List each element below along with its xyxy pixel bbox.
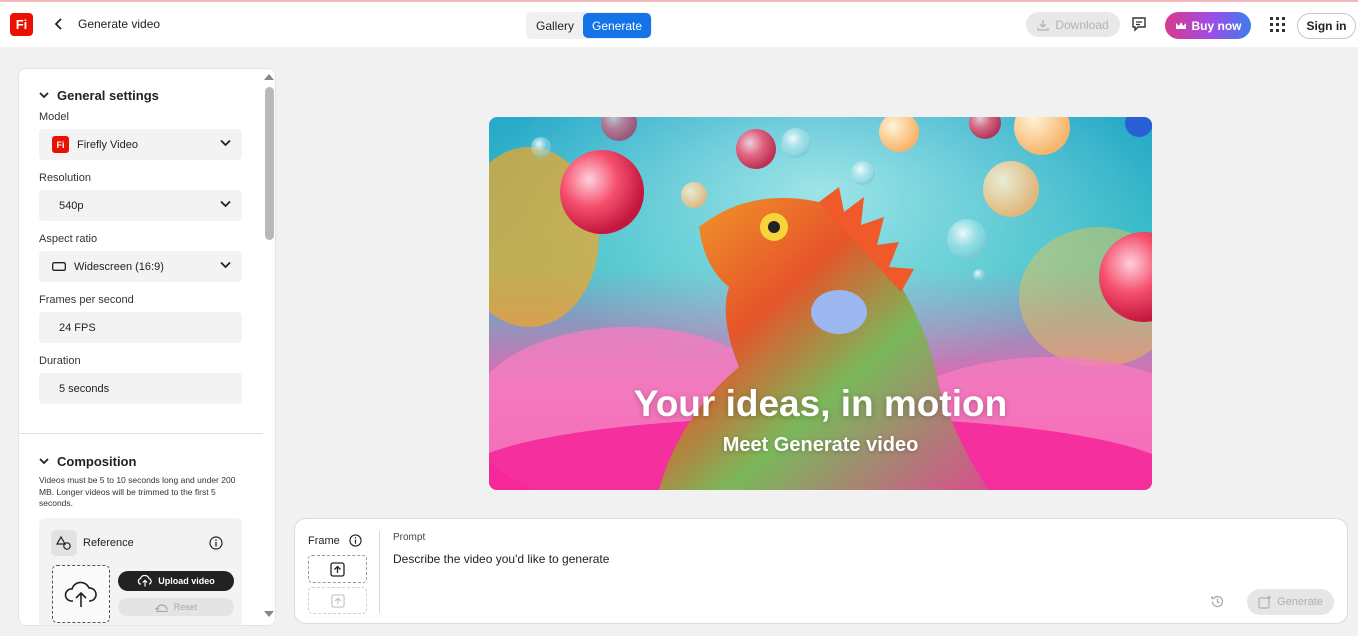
sign-in-button[interactable]: Sign in xyxy=(1297,13,1356,39)
generate-label: Generate xyxy=(1277,596,1323,608)
buy-now-label: Buy now xyxy=(1191,18,1242,33)
tab-generate[interactable]: Generate xyxy=(583,13,652,38)
history-icon[interactable] xyxy=(1210,594,1225,614)
buy-now-button[interactable]: Buy now xyxy=(1165,12,1251,39)
app-switcher-grid-icon[interactable] xyxy=(1270,17,1285,32)
fps-label: Frames per second xyxy=(39,294,134,306)
app-header: Fi Generate video Gallery Generate Downl… xyxy=(0,2,1358,47)
model-select[interactable]: Fi Firefly Video xyxy=(39,129,242,160)
hero-subtitle: Meet Generate video xyxy=(722,434,919,456)
cloud-upload-icon xyxy=(64,581,97,607)
last-frame-upload-slot[interactable] xyxy=(308,587,367,614)
composition-title: Composition xyxy=(57,454,137,469)
chevron-down-icon xyxy=(39,458,49,465)
mode-switcher: Gallery Generate xyxy=(526,12,653,39)
reset-label: Reset xyxy=(173,602,198,612)
prompt-separator xyxy=(379,531,380,613)
reference-label: Reference xyxy=(83,537,134,549)
section-divider xyxy=(19,433,263,434)
upload-video-label: Upload video xyxy=(158,576,215,586)
resolution-select[interactable]: 540p xyxy=(39,190,242,221)
prompt-label: Prompt xyxy=(393,532,426,543)
scroll-down-arrow-icon[interactable] xyxy=(264,611,274,617)
resolution-value: 540p xyxy=(59,199,84,212)
info-icon[interactable] xyxy=(209,536,223,555)
scrollbar-thumb[interactable] xyxy=(265,87,274,240)
resolution-label: Resolution xyxy=(39,172,91,184)
feedback-chat-icon[interactable] xyxy=(1130,15,1148,33)
reset-icon xyxy=(154,604,168,612)
tab-gallery[interactable]: Gallery xyxy=(527,13,583,38)
aspect-ratio-label: Aspect ratio xyxy=(39,233,98,245)
general-settings-title: General settings xyxy=(57,88,159,103)
fps-value: 24 FPS xyxy=(59,321,96,334)
reference-shapes-icon xyxy=(51,530,77,556)
firefly-model-icon: Fi xyxy=(52,136,69,153)
upload-frame-icon xyxy=(330,593,345,608)
firefly-logo[interactable]: Fi xyxy=(10,13,33,36)
settings-panel: General settings Model Fi Firefly Video … xyxy=(18,68,276,626)
upload-frame-icon xyxy=(330,561,345,577)
chevron-down-icon xyxy=(220,139,231,147)
download-label: Download xyxy=(1055,17,1109,32)
prompt-bar: Frame Prompt Generate xyxy=(294,518,1348,624)
composition-note: Videos must be 5 to 10 seconds long and … xyxy=(39,475,236,508)
model-label: Model xyxy=(39,111,69,123)
chevron-down-icon xyxy=(220,200,231,208)
hero-title: Your ideas, in motion xyxy=(633,383,1008,424)
duration-label: Duration xyxy=(39,355,81,367)
chevron-down-icon xyxy=(220,261,231,269)
widescreen-icon xyxy=(52,262,66,271)
aspect-ratio-value: Widescreen (16:9) xyxy=(74,260,164,273)
info-icon[interactable] xyxy=(349,534,362,552)
duration-value: 5 seconds xyxy=(59,382,110,395)
download-button[interactable]: Download xyxy=(1026,12,1120,37)
back-chevron-icon[interactable] xyxy=(50,12,68,36)
reset-button[interactable]: Reset xyxy=(118,598,234,616)
scroll-up-arrow-icon[interactable] xyxy=(264,74,274,80)
prompt-input[interactable] xyxy=(393,552,1173,566)
reference-card: Reference Upload video Reset xyxy=(39,518,242,625)
crown-icon xyxy=(1175,21,1186,29)
chevron-down-icon xyxy=(39,92,49,99)
hero-banner: Your ideas, in motion Meet Generate vide… xyxy=(489,117,1152,490)
generate-sparkle-icon xyxy=(1258,595,1272,609)
aspect-ratio-select[interactable]: Widescreen (16:9) xyxy=(39,251,242,282)
cloud-upload-icon xyxy=(138,575,152,587)
download-icon xyxy=(1037,19,1049,31)
composition-header[interactable]: Composition xyxy=(39,454,136,469)
model-value: Firefly Video xyxy=(77,138,138,151)
first-frame-upload-slot[interactable] xyxy=(308,555,367,583)
frame-label: Frame xyxy=(308,535,340,547)
fps-field: 24 FPS xyxy=(39,312,242,343)
generate-button[interactable]: Generate xyxy=(1247,589,1334,615)
duration-field: 5 seconds xyxy=(39,373,242,404)
page-title: Generate video xyxy=(78,17,161,31)
general-settings-header[interactable]: General settings xyxy=(39,88,159,103)
upload-video-button[interactable]: Upload video xyxy=(118,571,234,591)
upload-drop-zone[interactable] xyxy=(52,565,110,623)
